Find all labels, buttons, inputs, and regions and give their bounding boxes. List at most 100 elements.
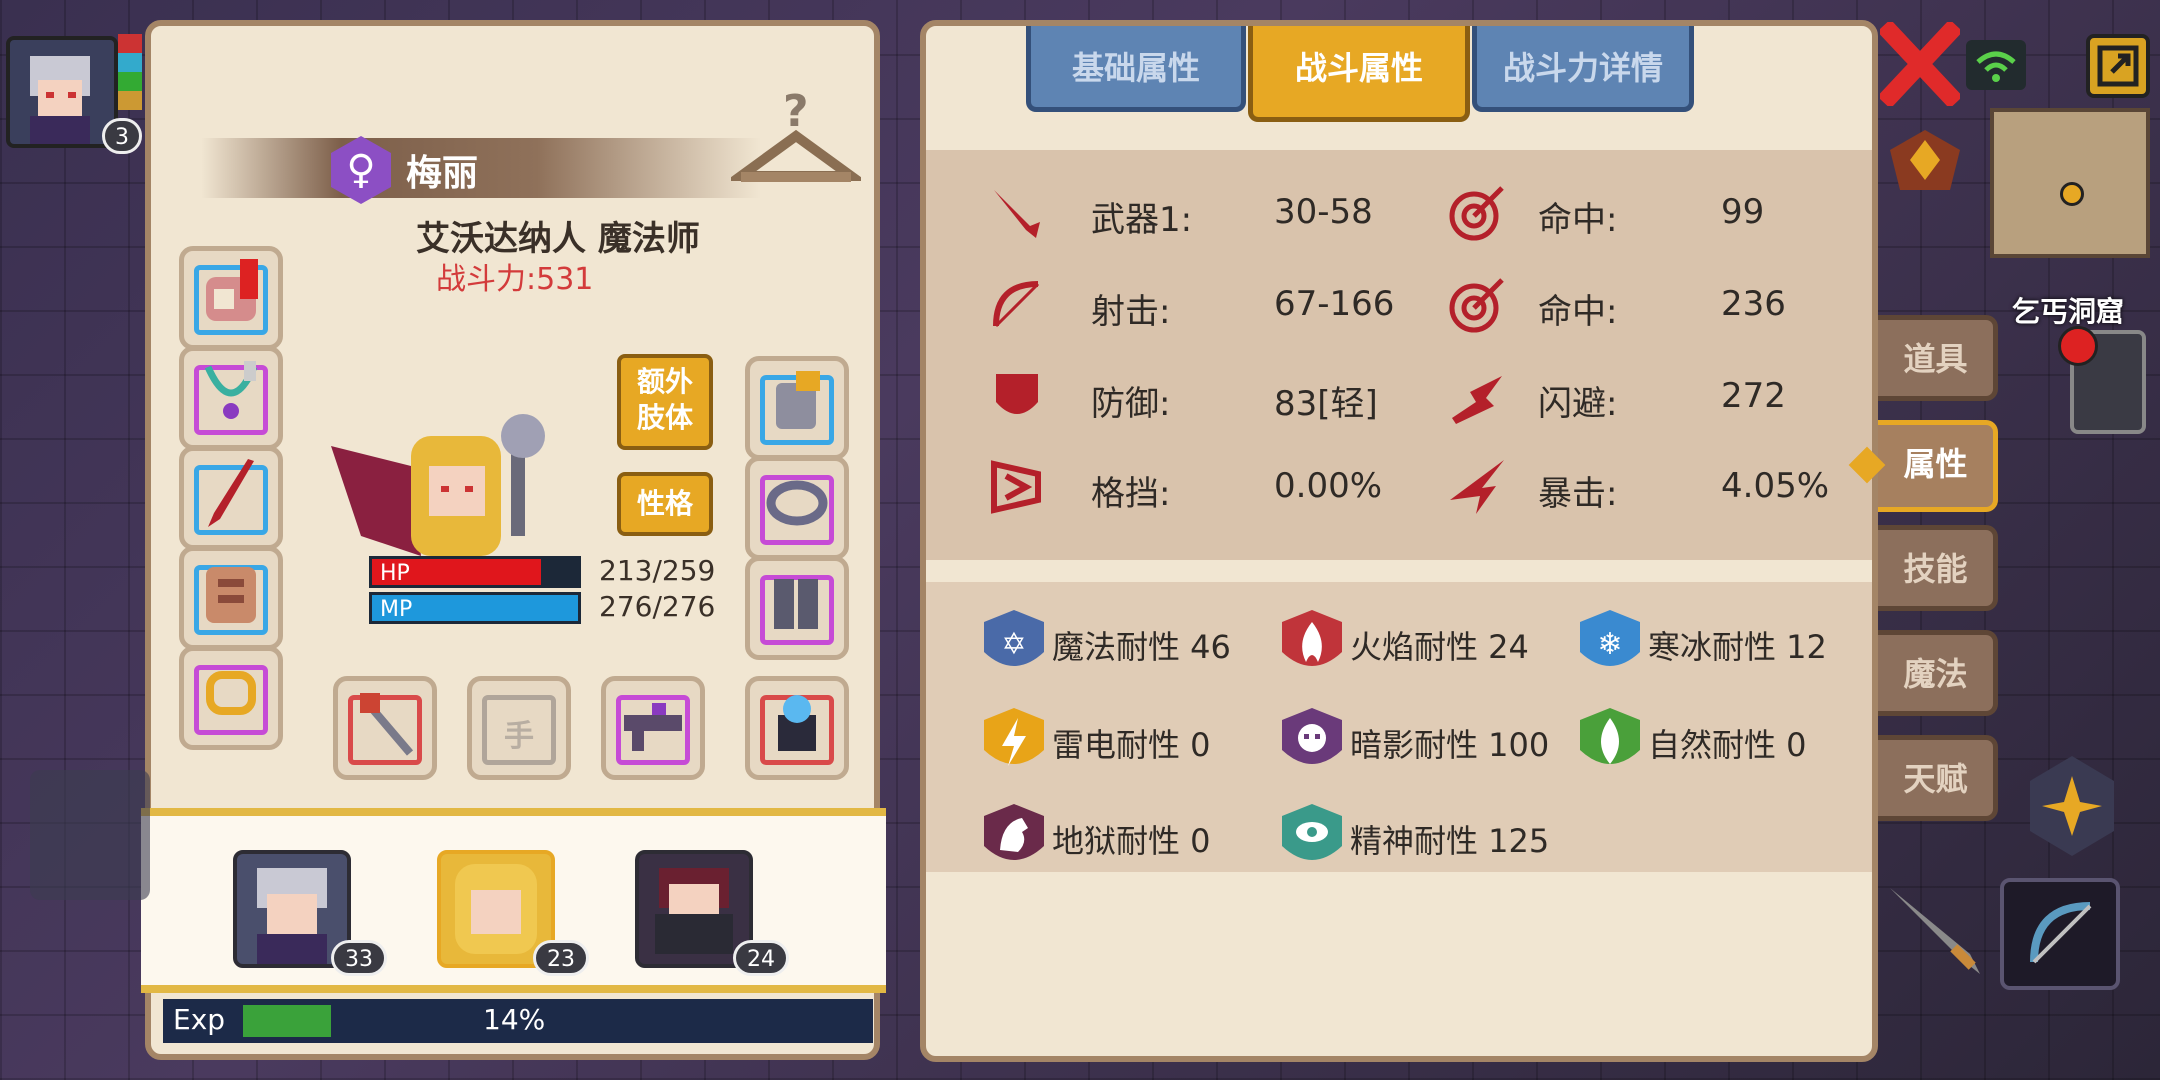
party-member-1-level: 33 bbox=[331, 940, 387, 976]
minimap[interactable] bbox=[1990, 108, 2150, 258]
offhand-slot[interactable] bbox=[333, 676, 437, 780]
corner-level-badge: 3 bbox=[102, 118, 142, 154]
stat-weapon-value: 30-58 bbox=[1274, 192, 1373, 232]
armor-slot[interactable] bbox=[179, 546, 283, 650]
combat-power: 战斗力:531 bbox=[436, 262, 594, 297]
crossbow-icon bbox=[2030, 902, 2092, 964]
stat-parry-value: 0.00% bbox=[1274, 466, 1383, 506]
shield-icon bbox=[996, 374, 1038, 414]
hp-label: HP bbox=[380, 561, 410, 586]
wardrobe-hanger-icon[interactable]: ? bbox=[731, 86, 861, 196]
stat-defense-label: 防御: bbox=[1091, 384, 1171, 424]
tab-combat-attributes[interactable]: 战斗属性 bbox=[1248, 26, 1470, 122]
weapon-slot[interactable] bbox=[179, 446, 283, 550]
stat-defense-value: 83[轻] bbox=[1274, 384, 1378, 424]
phone-notification-dot bbox=[2058, 326, 2098, 366]
stat-crit-value: 4.05% bbox=[1721, 466, 1830, 506]
mp-bar: MP bbox=[369, 592, 581, 624]
phone-icon[interactable] bbox=[2058, 326, 2146, 434]
exp-bar: Exp 14% bbox=[163, 999, 873, 1043]
location-label: 乞丐洞窟 bbox=[2012, 295, 2125, 328]
party-member-3-level: 24 bbox=[733, 940, 789, 976]
party-member-2-level: 23 bbox=[533, 940, 589, 976]
mp-label: MP bbox=[380, 597, 413, 622]
nature-resist-text: 自然耐性 0 bbox=[1648, 726, 1807, 764]
melee-attack-button[interactable] bbox=[1880, 878, 2000, 990]
tab-combat-power-details[interactable]: 战斗力详情 bbox=[1472, 26, 1694, 112]
character-class: 艾沃达纳人 魔法师 bbox=[416, 219, 700, 259]
accessory-slot[interactable] bbox=[745, 676, 849, 780]
ice-resist-text: 寒冰耐性 12 bbox=[1648, 628, 1827, 666]
hand-slot-label: 手 bbox=[504, 719, 534, 754]
parry-icon bbox=[991, 460, 1041, 514]
gauntlet-icon bbox=[776, 371, 820, 429]
ice-resist-icon: ❄ bbox=[1580, 610, 1640, 666]
stats-panel: 基础属性 战斗属性 战斗力详情 武器1: 30-58 射击: 67-166 防御… bbox=[920, 20, 1878, 1062]
wifi-icon bbox=[1966, 40, 2026, 90]
fullscreen-button[interactable] bbox=[2086, 34, 2150, 98]
dodge-icon bbox=[1452, 376, 1502, 424]
lightning-resist-icon bbox=[984, 708, 1044, 766]
necklace-slot[interactable] bbox=[179, 346, 283, 450]
sword-icon bbox=[994, 190, 1040, 238]
tab-basic-attributes[interactable]: 基础属性 bbox=[1026, 26, 1246, 112]
corner-color-strip bbox=[118, 34, 142, 110]
party-roster: 33 23 24 bbox=[141, 808, 886, 993]
sword-weapon-icon bbox=[208, 459, 254, 527]
side-tab-items[interactable]: 道具 bbox=[1878, 315, 1998, 401]
mp-value: 276/276 bbox=[599, 590, 716, 623]
helmet-slot[interactable] bbox=[179, 246, 283, 350]
svg-text:?: ? bbox=[783, 86, 809, 137]
hell-resist-icon bbox=[984, 804, 1044, 860]
spirit-resist-icon bbox=[1282, 804, 1342, 860]
shadow-resist-text: 暗影耐性 100 bbox=[1350, 726, 1550, 764]
hp-value: 213/259 bbox=[599, 554, 716, 587]
personality-button[interactable]: 性格 bbox=[617, 472, 713, 536]
lantern-icon bbox=[778, 695, 816, 751]
crit-icon bbox=[1450, 460, 1504, 514]
exp-label: Exp bbox=[173, 1003, 226, 1036]
gloves-slot[interactable] bbox=[745, 356, 849, 460]
close-button[interactable] bbox=[1877, 19, 1963, 109]
stat-ranged-hit-value: 236 bbox=[1721, 284, 1786, 324]
hand-slot[interactable]: 手 bbox=[467, 676, 571, 780]
name-banner bbox=[201, 138, 761, 198]
stat-crit-label: 暴击: bbox=[1538, 474, 1618, 514]
stat-dodge-value: 272 bbox=[1721, 376, 1786, 416]
sword-attack-icon bbox=[1890, 888, 1980, 974]
side-tab-skills[interactable]: 技能 bbox=[1878, 525, 1998, 611]
exp-percent: 14% bbox=[483, 1003, 546, 1036]
joystick-pad[interactable] bbox=[30, 770, 150, 900]
fire-resist-icon bbox=[1282, 610, 1342, 666]
stat-ranged-value: 67-166 bbox=[1274, 284, 1395, 324]
hell-resist-text: 地狱耐性 0 bbox=[1052, 822, 1211, 860]
stat-melee-hit-value: 99 bbox=[1721, 192, 1765, 232]
gun-icon bbox=[624, 703, 682, 751]
stat-dodge-label: 闪避: bbox=[1538, 384, 1618, 424]
belt-icon bbox=[766, 480, 828, 526]
armor-icon bbox=[206, 567, 256, 623]
ranged-attack-button[interactable] bbox=[2000, 878, 2120, 990]
belt-slot[interactable] bbox=[745, 456, 849, 560]
side-tab-talents[interactable]: 天赋 bbox=[1878, 735, 1998, 821]
gun-slot[interactable] bbox=[601, 676, 705, 780]
character-panel: ♀ 梅丽 ? 艾沃达纳人 魔法师 战斗力:531 手 额外 肢体 性格 HP 2… bbox=[141, 20, 886, 1060]
target-icon bbox=[1449, 186, 1504, 241]
boots-slot[interactable] bbox=[745, 556, 849, 660]
stat-weapon-label: 武器1: bbox=[1091, 200, 1193, 240]
lightning-resist-text: 雷电耐性 0 bbox=[1052, 726, 1211, 764]
side-tab-magic[interactable]: 魔法 bbox=[1878, 630, 1998, 716]
helmet-icon bbox=[206, 259, 258, 321]
stat-parry-label: 格挡: bbox=[1091, 474, 1171, 514]
shadow-resist-icon bbox=[1282, 708, 1342, 764]
close-icon bbox=[1877, 19, 1963, 109]
extra-limbs-button[interactable]: 额外 肢体 bbox=[617, 354, 713, 450]
side-tab-attributes[interactable]: 属性 bbox=[1878, 420, 1998, 512]
crest-icon bbox=[1880, 120, 1970, 200]
ring-slot[interactable] bbox=[179, 646, 283, 750]
corner-hero-portrait[interactable]: 3 bbox=[6, 36, 142, 154]
expand-icon bbox=[2097, 45, 2139, 87]
fire-resist-text: 火焰耐性 24 bbox=[1350, 628, 1529, 666]
bow-icon bbox=[993, 281, 1040, 328]
necklace-icon bbox=[204, 361, 258, 419]
